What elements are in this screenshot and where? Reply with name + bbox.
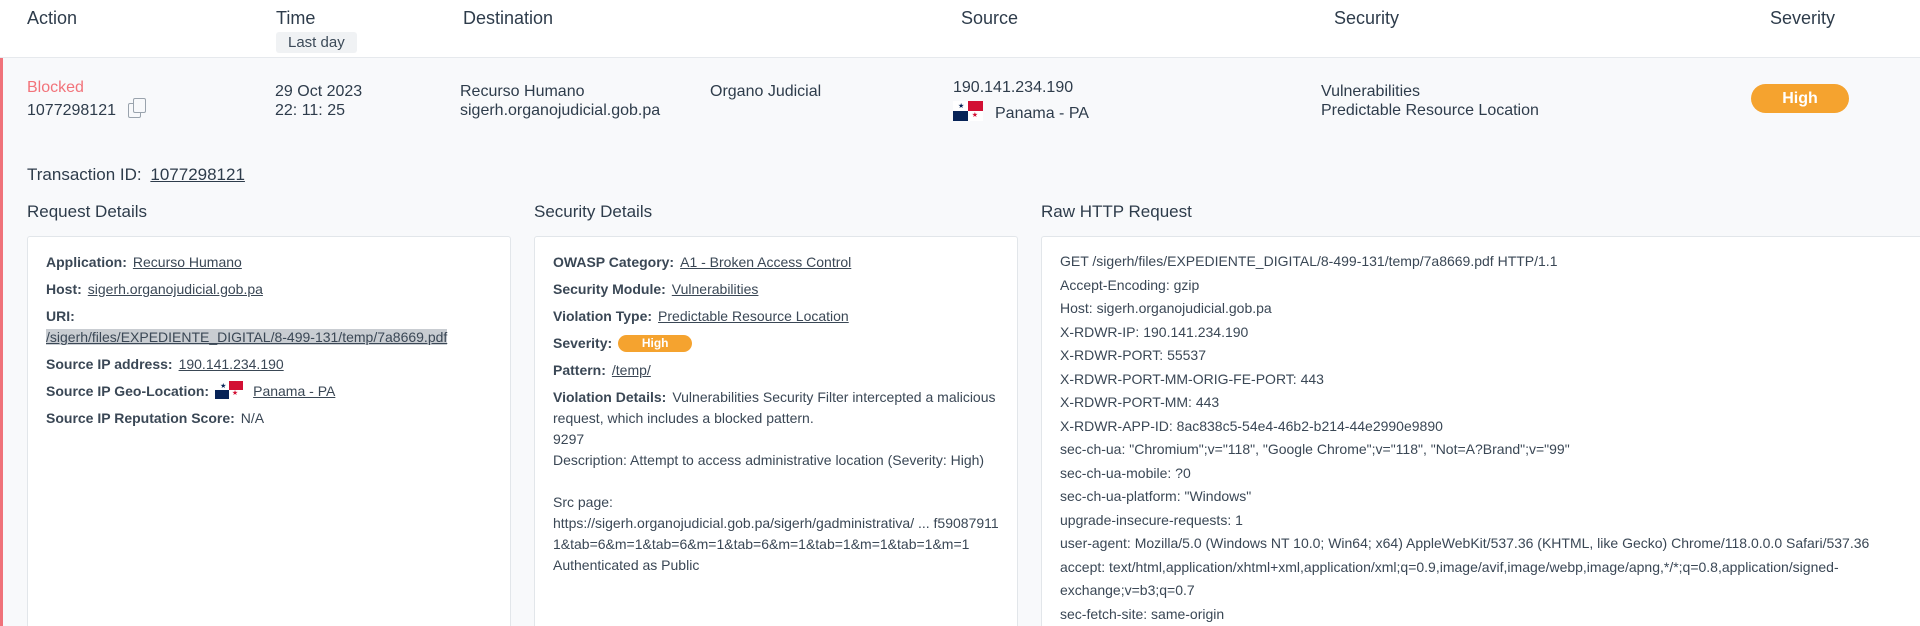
application-link[interactable]: Recurso Humano bbox=[133, 254, 242, 270]
time-cell: 29 Oct 2023 22: 11: 25 bbox=[275, 82, 362, 120]
raw-line: sec-fetch-site: same-origin bbox=[1060, 605, 1225, 622]
column-header-destination[interactable]: Destination bbox=[463, 8, 553, 29]
raw-line: X-RDWR-PORT-MM: 443 bbox=[1060, 394, 1220, 410]
reputation-row: Source IP Reputation Score: N/A bbox=[46, 410, 265, 426]
raw-line: X-RDWR-APP-ID: 8ac838c5-54e4-46b2-b214-4… bbox=[1060, 417, 1443, 434]
action-cell: Blocked 1077298121 bbox=[27, 78, 148, 120]
table-header: Action Time Last day Destination Source … bbox=[0, 0, 1920, 58]
source-ip-link[interactable]: 190.141.234.190 bbox=[179, 356, 284, 372]
event-id: 1077298121 bbox=[27, 102, 116, 119]
source-geo-line: ★ ★ Panama - PA bbox=[953, 101, 1089, 123]
violation-details-row: Violation Details: Vulnerabilities Securi… bbox=[553, 387, 999, 576]
violation-row: Violation Type: Predictable Resource Loca… bbox=[553, 308, 849, 324]
violation-link[interactable]: Predictable Resource Location bbox=[658, 308, 849, 324]
raw-line: GET /sigerh/files/EXPEDIENTE_DIGITAL/8-4… bbox=[1060, 253, 1558, 269]
event-id-line: 1077298121 bbox=[27, 97, 148, 120]
security-details-panel: OWASP Category: A1 - Broken Access Contro… bbox=[534, 236, 1018, 626]
source-ip: 190.141.234.190 bbox=[953, 79, 1074, 96]
owasp-link[interactable]: A1 - Broken Access Control bbox=[680, 254, 851, 270]
security-details-title: Security Details bbox=[534, 202, 653, 221]
pattern-row: Pattern:/temp/ bbox=[553, 362, 651, 378]
source-cell: 190.141.234.190 ★ ★ Panama - PA bbox=[953, 78, 1089, 123]
raw-line: Accept-Encoding: gzip bbox=[1060, 276, 1200, 293]
raw-line: upgrade-insecure-requests: 1 bbox=[1060, 511, 1243, 528]
copy-icon[interactable] bbox=[126, 97, 148, 119]
raw-line: user-agent: Mozilla/5.0 (Windows NT 10.0… bbox=[1060, 535, 1870, 551]
raw-line: accept: text/html,application/xhtml+xml,… bbox=[1060, 558, 1839, 599]
event-time: 22: 11: 25 bbox=[275, 102, 345, 119]
raw-line: Host: sigerh.organojudicial.gob.pa bbox=[1060, 300, 1272, 316]
severity-row: Severity: High bbox=[553, 333, 999, 354]
module-row: Security Module: Vulnerabilities bbox=[553, 281, 759, 297]
time-filter-chip[interactable]: Last day bbox=[276, 32, 357, 53]
panama-flag-icon: ★ ★ bbox=[215, 381, 244, 399]
raw-http-title: Raw HTTP Request bbox=[1041, 202, 1192, 221]
request-details-panel: Application: Recurso Humano Host: sigerh.o… bbox=[27, 236, 511, 626]
severity-badge: High bbox=[1751, 84, 1849, 113]
action-status: Blocked bbox=[27, 79, 84, 96]
host-row: Host: sigerh.organojudicial.gob.pa bbox=[46, 281, 263, 297]
source-geo: Panama - PA bbox=[995, 105, 1089, 122]
column-header-time[interactable]: Time bbox=[276, 8, 315, 29]
destination-host: sigerh.organojudicial.gob.pa bbox=[460, 102, 661, 119]
security-cell: Vulnerabilities Predictable Resource Loc… bbox=[1321, 82, 1539, 120]
column-header-severity[interactable]: Severity bbox=[1770, 8, 1835, 29]
host-link[interactable]: sigerh.organojudicial.gob.pa bbox=[88, 281, 263, 297]
destination-app: Recurso Humano bbox=[460, 83, 585, 100]
raw-line: X-RDWR-PORT: 55537 bbox=[1060, 347, 1207, 363]
geo-link[interactable]: Panama - PA bbox=[253, 383, 335, 399]
request-details-title: Request Details bbox=[27, 202, 148, 221]
panama-flag-icon: ★ ★ bbox=[953, 101, 983, 121]
security-module: Vulnerabilities bbox=[1321, 83, 1421, 100]
source-ip-row: Source IP address: 190.141.234.190 bbox=[46, 356, 284, 372]
geo-row: Source IP Geo-Location: ★ ★ Panama - PA bbox=[46, 381, 336, 399]
raw-line: X-RDWR-IP: 190.141.234.190 bbox=[1060, 323, 1249, 340]
event-date: 29 Oct 2023 bbox=[275, 83, 363, 100]
raw-line: sec-ch-ua-mobile: ?0 bbox=[1060, 464, 1191, 481]
column-header-action[interactable]: Action bbox=[27, 8, 77, 29]
owasp-row: OWASP Category: A1 - Broken Access Contro… bbox=[553, 254, 852, 270]
reputation-value: N/A bbox=[240, 410, 265, 426]
severity-badge-small: High bbox=[618, 335, 693, 352]
uri-link[interactable]: /sigerh/files/EXPEDIENTE_DIGITAL/8-499-1… bbox=[46, 329, 448, 345]
destination-org: Organo Judicial bbox=[710, 83, 822, 100]
column-header-source[interactable]: Source bbox=[961, 8, 1018, 29]
raw-line: X-RDWR-PORT-MM-ORIG-FE-PORT: 443 bbox=[1060, 370, 1324, 387]
module-link[interactable]: Vulnerabilities bbox=[672, 281, 759, 297]
transaction-id: Transaction ID: 1077298121 bbox=[27, 165, 245, 185]
violation-details-body: 9297 Description: Attempt to access admi… bbox=[553, 431, 999, 573]
transaction-id-label: Transaction ID: bbox=[27, 165, 142, 184]
pattern-link[interactable]: /temp/ bbox=[612, 362, 651, 378]
application-row: Application: Recurso Humano bbox=[46, 254, 242, 270]
column-header-security[interactable]: Security bbox=[1334, 8, 1399, 29]
destination-cell: Recurso Humano sigerh.organojudicial.gob… bbox=[460, 82, 660, 120]
transaction-id-link[interactable]: 1077298121 bbox=[150, 165, 245, 184]
raw-http-panel[interactable]: GET /sigerh/files/EXPEDIENTE_DIGITAL/8-4… bbox=[1041, 236, 1920, 626]
security-violation: Predictable Resource Location bbox=[1321, 102, 1539, 119]
uri-row: URI: /sigerh/files/EXPEDIENTE_DIGITAL/8-… bbox=[46, 308, 448, 345]
raw-line: sec-ch-ua-platform: "Windows" bbox=[1060, 488, 1252, 504]
raw-line: sec-ch-ua: "Chromium";v="118", "Google C… bbox=[1060, 441, 1570, 457]
